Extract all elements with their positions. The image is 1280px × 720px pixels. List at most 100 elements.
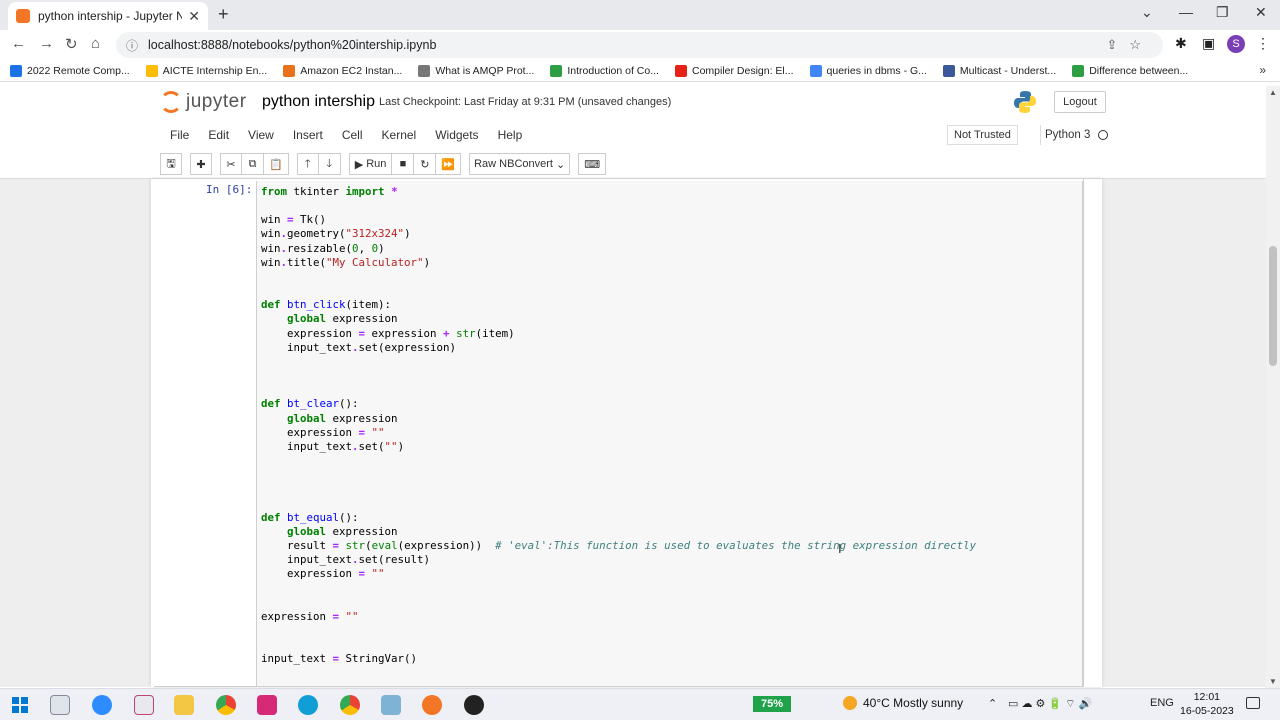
bookmark-item[interactable]: Multicast - Underst...	[942, 64, 1056, 77]
cut-icon[interactable]: ✂	[220, 153, 242, 175]
maximize-button[interactable]: ❐	[1216, 4, 1229, 21]
scroll-up-icon[interactable]: ▲	[1269, 88, 1277, 97]
restart-icon[interactable]: ↻	[414, 153, 437, 175]
site-info-icon[interactable]: ⓘ	[126, 37, 138, 54]
github-icon[interactable]	[464, 695, 484, 715]
chrome-active-icon[interactable]	[340, 695, 360, 715]
interrupt-icon[interactable]: ■	[392, 153, 415, 175]
file-explorer-icon[interactable]	[174, 695, 194, 715]
text-cursor-icon: I	[838, 541, 842, 556]
bookmark-favicon-icon	[1072, 64, 1085, 77]
save-icon[interactable]: 🖫	[160, 153, 182, 175]
tray-icons[interactable]: ▭ ☁ ⚙ 🔋 ⌔ 🔊	[1008, 697, 1092, 711]
url-text: localhost:8888/notebooks/python%20inters…	[148, 38, 437, 52]
instagram-icon[interactable]	[257, 695, 277, 715]
bookmark-item[interactable]: What is AMQP Prot...	[418, 64, 534, 77]
close-tab-icon[interactable]: ✕	[188, 8, 200, 25]
bookmark-favicon-icon	[674, 64, 687, 77]
bookmark-item[interactable]: 2022 Remote Comp...	[10, 64, 130, 77]
share-bookmark-icons[interactable]: ⇪☆	[1106, 37, 1153, 53]
menu-widgets[interactable]: Widgets	[426, 128, 487, 142]
move-up-icon[interactable]: 🡑	[296, 153, 319, 175]
bookmark-label: Introduction of Co...	[567, 64, 659, 77]
sun-icon	[843, 696, 857, 710]
tab-title: python intership - Jupyter Noteb	[38, 9, 183, 23]
weather-widget[interactable]: 40°C Mostly sunny	[843, 696, 963, 710]
browser-tab[interactable]: python intership - Jupyter Noteb ✕	[8, 2, 208, 30]
notepad-icon[interactable]	[381, 695, 401, 715]
bookmark-item[interactable]: Amazon EC2 Instan...	[283, 64, 403, 77]
reload-icon[interactable]: ↻	[65, 35, 78, 53]
cell-type-select[interactable]: Raw NBConvert ⌄	[469, 153, 571, 175]
language-indicator[interactable]: ENG	[1150, 697, 1174, 709]
windows-start-icon[interactable]	[12, 697, 28, 713]
battery-indicator[interactable]: 75%	[753, 696, 791, 712]
system-clock[interactable]: 12:01 16-05-2023	[1180, 690, 1234, 718]
minimize-button[interactable]: —	[1179, 4, 1193, 20]
bookmark-item[interactable]: AICTE Internship En...	[145, 64, 268, 77]
side-panel-icon[interactable]: ▣	[1202, 35, 1215, 52]
command-palette-icon[interactable]: ⌨	[578, 153, 607, 175]
address-bar[interactable]: ⓘ localhost:8888/notebooks/python%20inte…	[116, 32, 1163, 58]
clock-date: 16-05-2023	[1180, 705, 1234, 717]
menu-insert[interactable]: Insert	[284, 128, 332, 142]
run-icon: ▶	[354, 158, 367, 171]
clock-time: 12:01	[1193, 691, 1220, 703]
back-icon[interactable]: ←	[11, 35, 26, 52]
more-bookmarks-icon[interactable]: »	[1259, 63, 1266, 77]
run-button[interactable]: ▶ Run	[348, 153, 393, 175]
jupyter-logo[interactable]: jupyter	[160, 91, 247, 113]
bookmark-label: AICTE Internship En...	[162, 64, 268, 77]
bookmark-favicon-icon	[10, 64, 22, 77]
notebook-name[interactable]: python intership	[262, 93, 375, 111]
menu-edit[interactable]: Edit	[199, 128, 238, 142]
menu-cell[interactable]: Cell	[333, 128, 372, 142]
menu-file[interactable]: File	[161, 128, 198, 142]
tab-search-icon[interactable]: ⌄	[1141, 4, 1153, 21]
code-text: from tkinter import * win = Tk() win.geo…	[261, 185, 977, 666]
jupyter-app-icon[interactable]	[422, 695, 442, 715]
bookmark-favicon-icon	[809, 64, 822, 77]
menu-kernel[interactable]: Kernel	[373, 128, 426, 142]
bookmark-item[interactable]: Compiler Design: El...	[674, 64, 794, 77]
copy-icon[interactable]: ⧉	[242, 153, 264, 175]
forward-icon[interactable]: →	[39, 35, 54, 52]
bookmark-item[interactable]: queries in dbms - G...	[809, 64, 927, 77]
notification-icon[interactable]	[1246, 697, 1260, 709]
cell-prompt: In [6]:	[206, 183, 253, 196]
edge-icon[interactable]	[298, 695, 318, 715]
code-cell[interactable]: In [6]: from tkinter import * win = Tk()…	[154, 179, 1084, 687]
browser-menu-icon[interactable]: ⋮	[1256, 35, 1270, 52]
close-window-button[interactable]: ✕	[1255, 4, 1267, 21]
bookmark-item[interactable]: Introduction of Co...	[550, 64, 659, 77]
trust-indicator[interactable]: Not Trusted	[947, 125, 1018, 145]
zoom-app-icon[interactable]	[92, 695, 112, 715]
page-scrollbar[interactable]: ▲ ▼	[1266, 86, 1280, 688]
code-editor[interactable]: from tkinter import * win = Tk() win.geo…	[256, 181, 1083, 687]
notebook-area: In [6]: from tkinter import * win = Tk()…	[0, 179, 1266, 687]
extensions-icon[interactable]: ✱	[1175, 35, 1187, 52]
jupyter-orb-icon	[160, 91, 182, 113]
scroll-thumb[interactable]	[1269, 246, 1277, 366]
menu-view[interactable]: View	[239, 128, 283, 142]
insert-cell-icon[interactable]: ✚	[190, 153, 212, 175]
bookmark-label: Amazon EC2 Instan...	[300, 64, 403, 77]
app-icon[interactable]	[134, 695, 154, 715]
profile-avatar[interactable]: S	[1227, 35, 1245, 53]
move-down-icon[interactable]: 🡓	[318, 153, 341, 175]
jupyter-favicon-icon	[16, 9, 30, 23]
scroll-down-icon[interactable]: ▼	[1269, 677, 1277, 686]
home-icon[interactable]: ⌂	[91, 35, 100, 52]
menu-help[interactable]: Help	[489, 128, 532, 142]
cell-type-value: Raw NBConvert	[474, 158, 553, 170]
chevron-down-icon: ⌄	[552, 158, 566, 171]
chrome-icon[interactable]	[216, 695, 236, 715]
paste-icon[interactable]: 📋	[264, 153, 289, 175]
task-view-icon[interactable]	[50, 695, 70, 715]
new-tab-button[interactable]: +	[218, 4, 229, 25]
tray-chevron-icon[interactable]: ⌃	[988, 697, 997, 710]
logout-button[interactable]: Logout	[1054, 91, 1106, 113]
bookmark-label: 2022 Remote Comp...	[27, 64, 130, 77]
bookmark-item[interactable]: Difference between...	[1072, 64, 1188, 77]
restart-run-all-icon[interactable]: ⏩	[436, 153, 462, 175]
